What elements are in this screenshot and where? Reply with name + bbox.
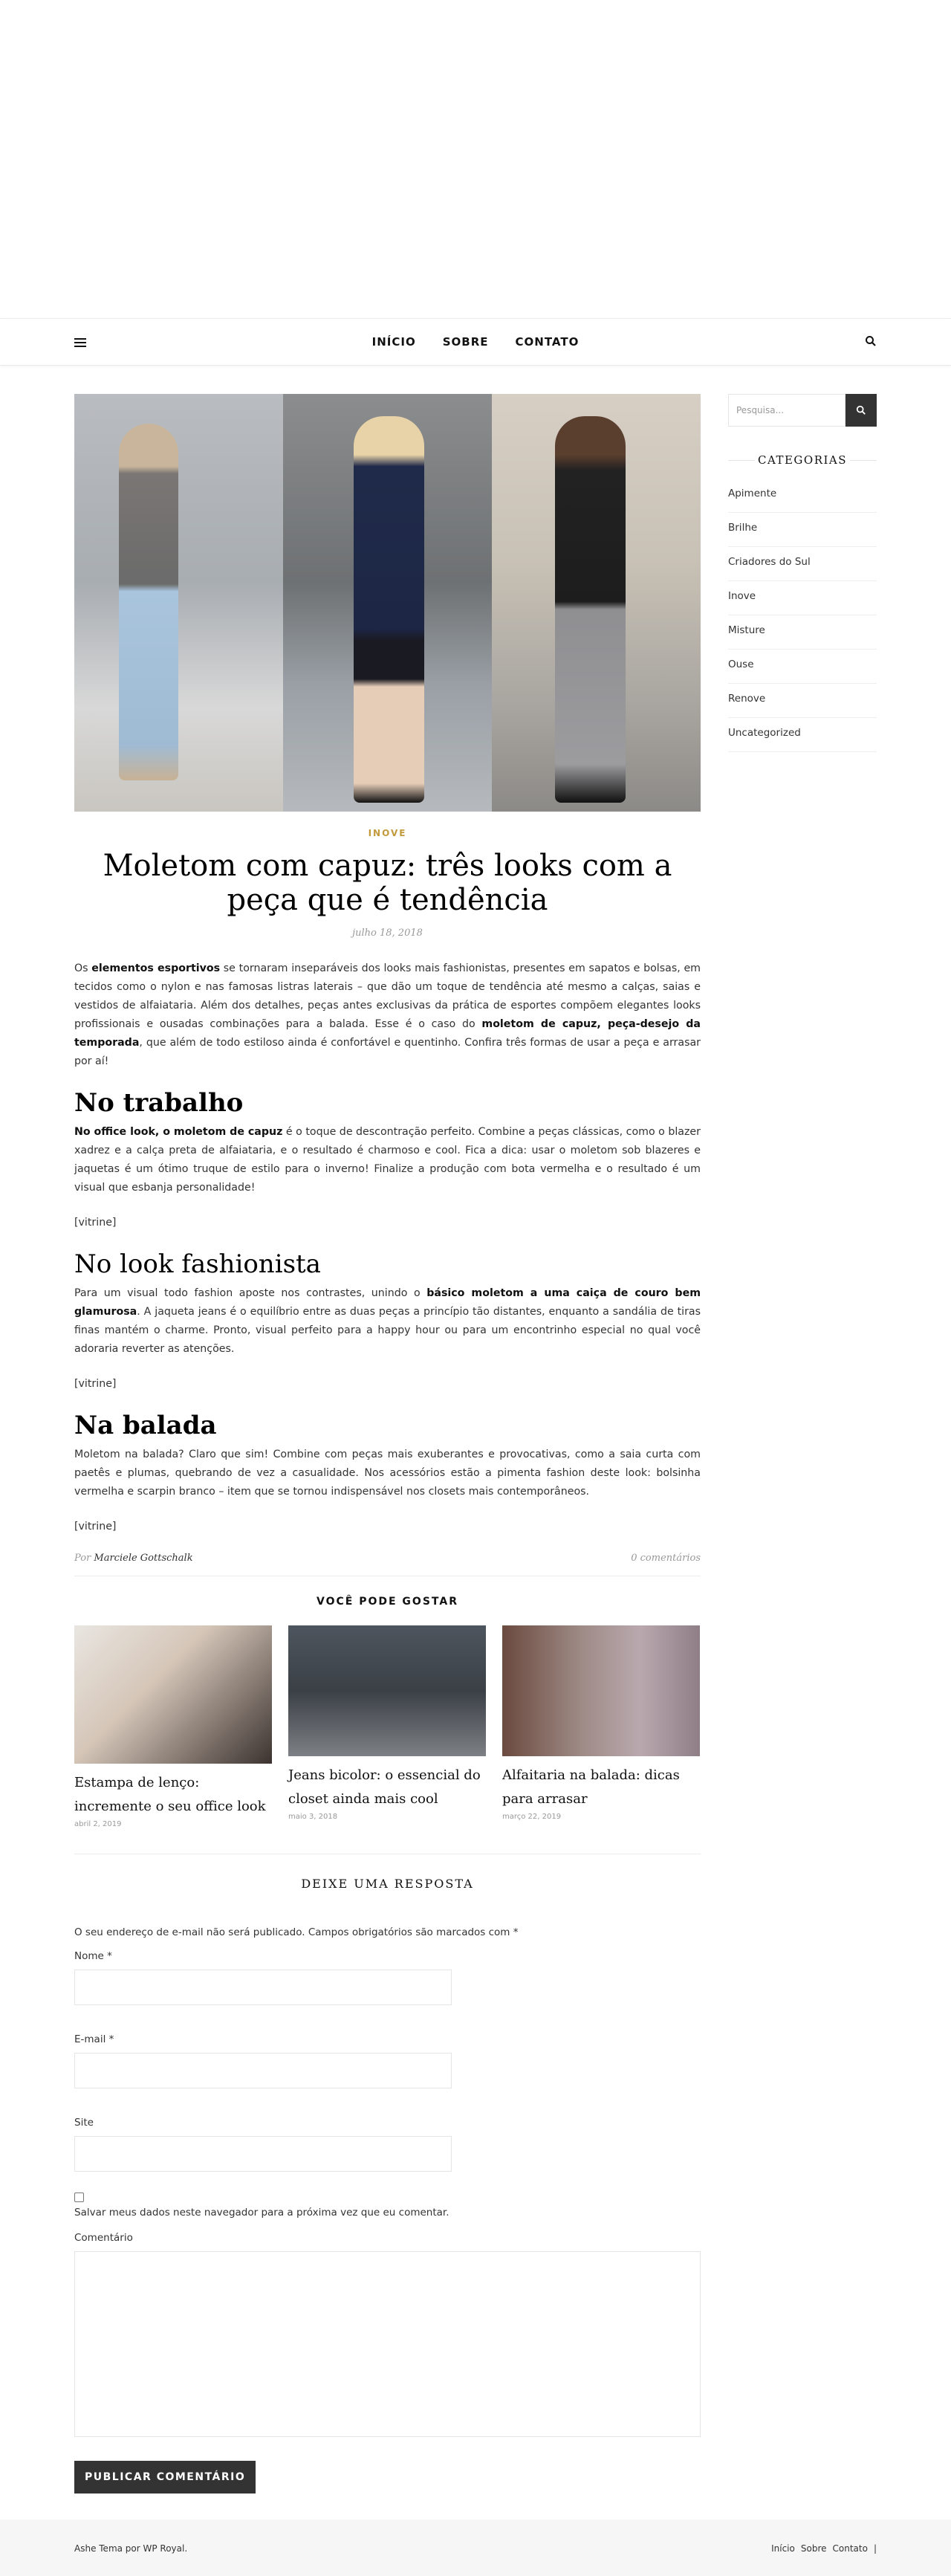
save-data-checkbox[interactable]	[74, 2192, 84, 2202]
related-post[interactable]: Estampa de lenço: incremente o seu offic…	[74, 1625, 272, 1828]
post-author: Por Marciele Gottschalk	[74, 1553, 193, 1564]
related-post-image[interactable]	[502, 1625, 700, 1756]
comment-form: DEIXE UMA RESPOSTA O seu endereço de e-m…	[74, 1854, 701, 2494]
related-post-image[interactable]	[74, 1625, 272, 1764]
footer-links: Início Sobre Contato |	[771, 2543, 877, 2554]
category-item[interactable]: Renove	[728, 684, 877, 718]
post-date: julho 18, 2018	[352, 928, 423, 939]
related-post[interactable]: Alfaitaria na balada: dicas para arrasar…	[502, 1625, 700, 1828]
category-item[interactable]: Ouse	[728, 650, 877, 684]
save-data-row: Salvar meus dados neste navegador para a…	[74, 2192, 701, 2219]
section-paragraph-balada: Moletom na balada? Claro que sim! Combin…	[74, 1449, 701, 1498]
featured-image[interactable]	[74, 394, 701, 812]
sidebar: Pesquisa... CATEGORIAS Apimente Brilhe C…	[728, 394, 877, 752]
comment-label: Comentário	[74, 2232, 133, 2244]
main-navbar: INÍCIO SOBRE CONTATO	[0, 318, 951, 366]
email-field[interactable]	[74, 2053, 452, 2088]
sidebar-search-button[interactable]	[845, 394, 877, 427]
section-heading-balada: Na balada	[74, 1411, 217, 1440]
nav-item-sobre[interactable]: SOBRE	[443, 335, 489, 349]
related-post-date: maio 3, 2018	[288, 1813, 338, 1821]
post-category[interactable]: INOVE	[74, 828, 701, 838]
save-data-label: Salvar meus dados neste navegador para a…	[74, 2207, 449, 2219]
site-footer: Ashe Tema por WP Royal. Início Sobre Con…	[0, 2520, 951, 2576]
related-post-title[interactable]: Alfaitaria na balada: dicas para arrasar	[502, 1764, 700, 1811]
submit-comment-button[interactable]: PUBLICAR COMENTÁRIO	[74, 2461, 256, 2494]
main-content: INOVE Moletom com capuz: três looks com …	[74, 394, 701, 2494]
nav-item-inicio[interactable]: INÍCIO	[372, 335, 416, 349]
search-icon	[856, 405, 866, 415]
footer-link-contato[interactable]: Contato	[833, 2543, 868, 2554]
related-posts: Estampa de lenço: incremente o seu offic…	[74, 1625, 701, 1828]
related-post-date: abril 2, 2019	[74, 1820, 122, 1828]
related-post-image[interactable]	[288, 1625, 486, 1756]
footer-credit[interactable]: Ashe Tema por WP Royal.	[74, 2543, 187, 2554]
comments-count[interactable]: 0 comentários	[631, 1553, 701, 1564]
nav-menu: INÍCIO SOBRE CONTATO	[0, 319, 951, 365]
categories-widget-title: CATEGORIAS	[728, 453, 877, 467]
post-meta-footer: Por Marciele Gottschalk 0 comentários	[74, 1553, 701, 1576]
category-item[interactable]: Criadores do Sul	[728, 547, 877, 581]
related-post[interactable]: Jeans bicolor: o essencial do closet ain…	[288, 1625, 486, 1828]
vitrine-shortcode: [vitrine]	[74, 1378, 117, 1390]
featured-photo-middle	[283, 394, 492, 812]
header-blank-area	[0, 0, 951, 318]
featured-photo-right	[492, 394, 701, 812]
footer-separator: |	[873, 2543, 877, 2554]
related-posts-title: VOCÊ PODE GOSTAR	[317, 1596, 458, 1608]
vitrine-shortcode: [vitrine]	[74, 1217, 117, 1229]
footer-link-sobre[interactable]: Sobre	[801, 2543, 827, 2554]
related-post-title[interactable]: Jeans bicolor: o essencial do closet ain…	[288, 1764, 486, 1811]
category-item[interactable]: Brilhe	[728, 513, 877, 547]
category-item[interactable]: Misture	[728, 615, 877, 650]
author-link[interactable]: Marciele Gottschalk	[94, 1553, 192, 1564]
comment-textarea[interactable]	[74, 2251, 701, 2437]
section-paragraph-fashionista: Para um visual todo fashion aposte nos c…	[74, 1287, 701, 1355]
related-post-title[interactable]: Estampa de lenço: incremente o seu offic…	[74, 1771, 272, 1819]
featured-photo-left	[74, 394, 283, 812]
search-icon[interactable]	[865, 335, 878, 349]
related-post-date: março 22, 2019	[502, 1813, 562, 1821]
section-heading-fashionista: No look fashionista	[74, 1249, 321, 1279]
intro-paragraph: Os elementos esportivos se tornaram inse…	[74, 962, 701, 1067]
site-label: Site	[74, 2117, 94, 2129]
reply-note: O seu endereço de e-mail não será public…	[74, 1926, 519, 1938]
category-item[interactable]: Uncategorized	[728, 718, 877, 752]
section-heading-trabalho: No trabalho	[74, 1088, 244, 1118]
reply-title: DEIXE UMA RESPOSTA	[301, 1877, 474, 1891]
site-field[interactable]	[74, 2136, 452, 2172]
category-item[interactable]: Apimente	[728, 485, 877, 513]
sidebar-search: Pesquisa...	[728, 394, 877, 427]
name-field[interactable]	[74, 1970, 452, 2005]
footer-link-inicio[interactable]: Início	[771, 2543, 795, 2554]
category-item[interactable]: Inove	[728, 581, 877, 615]
name-label: Nome *	[74, 1950, 112, 1962]
categories-list: Apimente Brilhe Criadores do Sul Inove M…	[728, 485, 877, 752]
nav-item-contato[interactable]: CONTATO	[516, 335, 580, 349]
sidebar-search-input[interactable]: Pesquisa...	[728, 394, 845, 427]
section-paragraph-trabalho: No office look, o moletom de capuz é o t…	[74, 1126, 701, 1194]
email-label: E-mail *	[74, 2033, 114, 2045]
post-title: Moletom com capuz: três looks com a peça…	[103, 849, 672, 917]
vitrine-shortcode: [vitrine]	[74, 1521, 117, 1533]
post-content: Os elementos esportivos se tornaram inse…	[74, 959, 701, 1536]
